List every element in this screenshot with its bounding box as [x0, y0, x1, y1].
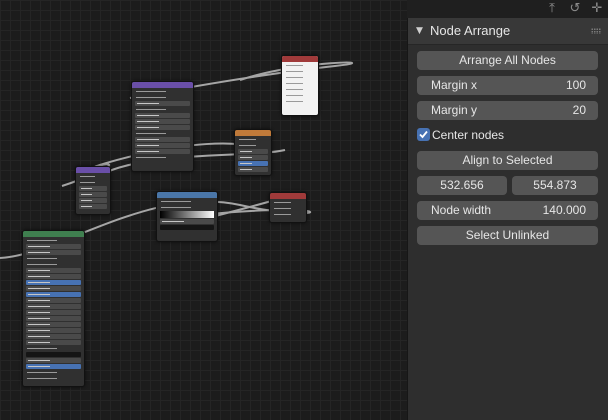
grid-snap-icon[interactable]: ✛: [587, 0, 607, 17]
margin-y-label: Margin y: [431, 103, 478, 117]
node-color-ramp[interactable]: [156, 191, 218, 242]
checkmark-icon: [419, 130, 428, 139]
link-icon[interactable]: ↺: [565, 0, 585, 17]
sidebar-panel: ▼ Node Arrange Arrange All Nodes Margin …: [407, 18, 608, 420]
arrange-all-nodes-button[interactable]: Arrange All Nodes: [417, 51, 598, 70]
node-width-field[interactable]: Node width 140.000: [417, 201, 598, 220]
node-material-output[interactable]: [269, 192, 307, 223]
panel-title: Node Arrange: [430, 23, 511, 38]
node-editor-canvas[interactable]: [0, 0, 407, 420]
coord-x-field[interactable]: 532.656: [417, 176, 507, 195]
node-texture-coordinate[interactable]: [75, 166, 111, 215]
align-to-selected-button[interactable]: Align to Selected: [417, 151, 598, 170]
coord-y-field[interactable]: 554.873: [512, 176, 598, 195]
drag-handle-icon[interactable]: [591, 28, 601, 34]
node-width-label: Node width: [431, 203, 492, 217]
select-unlinked-button[interactable]: Select Unlinked: [417, 226, 598, 245]
margin-x-value: 100: [565, 78, 586, 92]
margin-x-label: Margin x: [431, 78, 478, 92]
margin-y-field[interactable]: Margin y 20: [417, 101, 598, 120]
node-image-texture[interactable]: [234, 129, 272, 176]
arrow-up-icon[interactable]: ⤒: [542, 0, 562, 17]
panel-header[interactable]: ▼ Node Arrange: [408, 18, 608, 45]
node-mapping[interactable]: [131, 81, 194, 172]
margin-y-value: 20: [572, 103, 586, 117]
collapse-triangle-icon[interactable]: ▼: [416, 26, 423, 36]
margin-x-field[interactable]: Margin x 100: [417, 76, 598, 95]
node-principled-bsdf[interactable]: [22, 230, 85, 387]
node-frame-top[interactable]: [281, 55, 319, 116]
node-width-value: 140.000: [542, 203, 586, 217]
center-nodes-label: Center nodes: [432, 128, 505, 142]
center-nodes-checkbox[interactable]: [417, 128, 430, 141]
